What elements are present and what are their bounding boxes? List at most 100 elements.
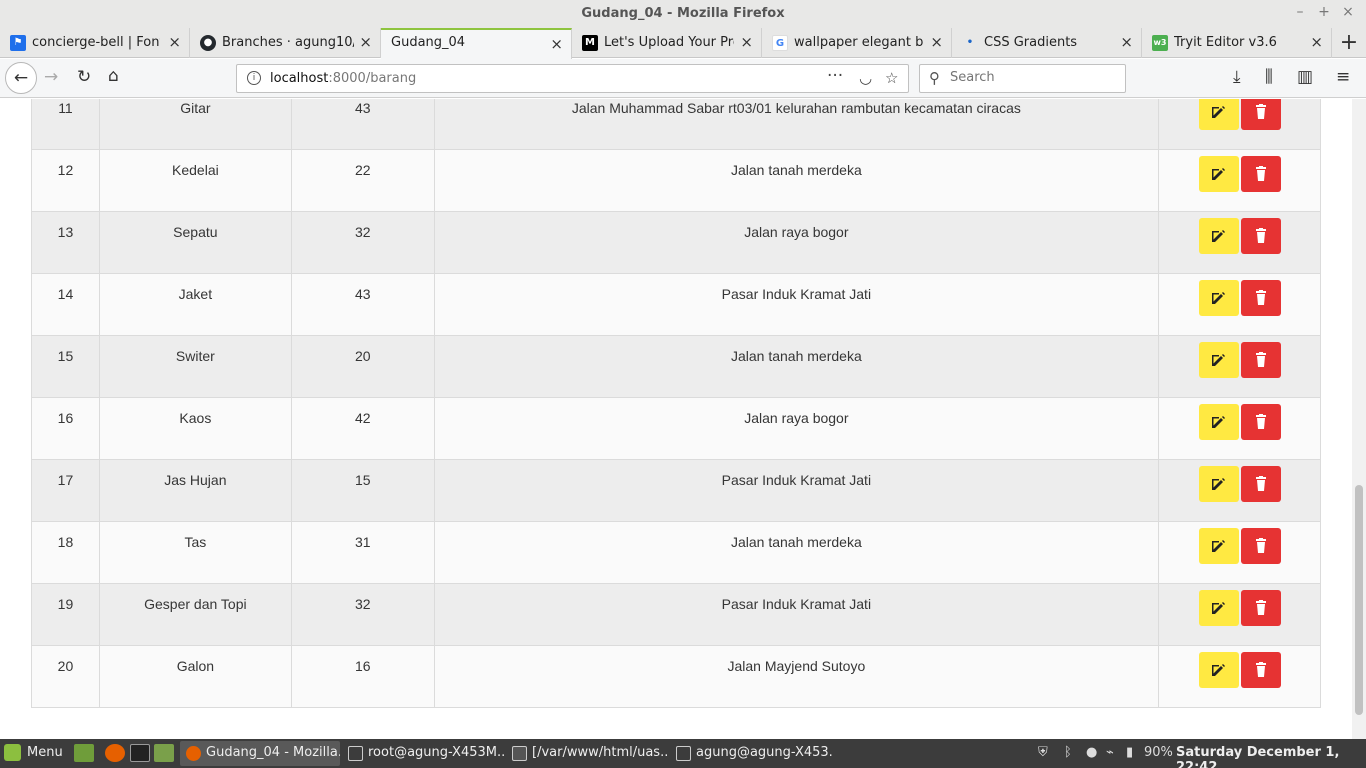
- library-icon[interactable]: ⫼: [1265, 67, 1273, 87]
- delete-button[interactable]: [1240, 404, 1281, 440]
- minimize-icon[interactable]: –: [1290, 4, 1310, 20]
- taskbar-task-agung-terminal[interactable]: agung@agung-X453...: [670, 741, 832, 766]
- medium-icon: M: [582, 35, 598, 51]
- terminal-launcher-icon[interactable]: [130, 744, 150, 762]
- delete-button[interactable]: [1240, 280, 1281, 316]
- sidebar-icon[interactable]: ▥: [1297, 67, 1313, 87]
- tab-tryit-editor[interactable]: w3 Tryit Editor v3.6 ×: [1142, 28, 1332, 58]
- search-input[interactable]: [950, 70, 1120, 85]
- taskbar-task-firefox[interactable]: Gudang_04 - Mozilla...: [180, 741, 340, 766]
- taskbar-task-sublime[interactable]: [/var/www/html/uas...: [506, 741, 668, 766]
- close-tab-icon[interactable]: ×: [1310, 33, 1323, 51]
- delete-button[interactable]: [1240, 528, 1281, 564]
- delete-button[interactable]: [1240, 342, 1281, 378]
- edit-button[interactable]: [1198, 528, 1239, 564]
- tab-label: wallpaper elegant blue: [794, 35, 924, 50]
- trash-icon: [1255, 476, 1266, 491]
- item-name: Kaos: [98, 397, 292, 460]
- edit-button[interactable]: [1198, 280, 1239, 316]
- task-label: root@agung-X453M...: [368, 745, 504, 760]
- close-window-icon[interactable]: ×: [1338, 4, 1358, 20]
- taskbar-task-root-terminal[interactable]: root@agung-X453M...: [342, 741, 504, 766]
- item-address: Pasar Induk Kramat Jati: [433, 273, 1160, 336]
- delete-button[interactable]: [1240, 156, 1281, 192]
- edit-button[interactable]: [1198, 156, 1239, 192]
- url-bar[interactable]: i localhost:8000/barang ··· ◡ ☆: [236, 64, 909, 93]
- item-address: Jalan tanah merdeka: [433, 521, 1160, 584]
- mint-logo-icon: [4, 744, 21, 761]
- url-path: :8000/barang: [328, 71, 417, 86]
- tab-concierge-bell[interactable]: ⚑ concierge-bell | Font Aw ×: [0, 28, 190, 58]
- tab-label: concierge-bell | Font Aw: [32, 35, 160, 50]
- page-scrollbar[interactable]: [1352, 99, 1366, 739]
- search-box[interactable]: ⚲: [919, 64, 1126, 93]
- edit-icon: [1211, 106, 1225, 118]
- delete-button[interactable]: [1240, 218, 1281, 254]
- maximize-icon[interactable]: +: [1314, 4, 1334, 20]
- item-address: Pasar Induk Kramat Jati: [433, 583, 1160, 646]
- bookmark-star-icon[interactable]: ☆: [885, 69, 898, 87]
- edit-button[interactable]: [1198, 590, 1239, 626]
- close-tab-icon[interactable]: ×: [550, 35, 563, 53]
- edit-icon: [1211, 230, 1225, 242]
- delete-button[interactable]: [1240, 466, 1281, 502]
- close-tab-icon[interactable]: ×: [1120, 33, 1133, 51]
- table-row: 18 Tas 31 Jalan tanah merdeka: [31, 521, 1321, 584]
- edit-button[interactable]: [1198, 652, 1239, 688]
- close-tab-icon[interactable]: ×: [740, 33, 753, 51]
- edit-icon: [1211, 602, 1225, 614]
- tab-label: Branches · agung10/lat: [222, 35, 354, 50]
- start-menu-button[interactable]: Menu: [4, 744, 63, 761]
- window-title: Gudang_04 - Mozilla Firefox: [581, 6, 785, 21]
- shield-icon[interactable]: ⛨: [1038, 745, 1048, 760]
- network-icon[interactable]: ⌁: [1106, 745, 1114, 760]
- reload-icon[interactable]: ↻: [77, 67, 91, 87]
- url-text[interactable]: localhost:8000/barang: [270, 71, 416, 86]
- back-arrow-icon[interactable]: ←: [5, 62, 37, 94]
- tab-upload-project[interactable]: M Let's Upload Your Proje ×: [572, 28, 762, 58]
- close-tab-icon[interactable]: ×: [359, 33, 372, 51]
- tab-gudang-active[interactable]: Gudang_04 ×: [381, 28, 572, 59]
- close-tab-icon[interactable]: ×: [930, 33, 943, 51]
- home-icon[interactable]: ⌂: [108, 66, 119, 86]
- forward-arrow-icon[interactable]: →: [44, 67, 58, 87]
- start-menu-label: Menu: [27, 745, 63, 760]
- item-name: Sepatu: [98, 211, 292, 274]
- files-launcher-icon[interactable]: [154, 744, 174, 762]
- trash-icon: [1255, 228, 1266, 243]
- show-desktop-icon[interactable]: [74, 744, 94, 762]
- clock[interactable]: Saturday December 1, 22:42: [1176, 745, 1366, 768]
- new-tab-icon[interactable]: +: [1336, 30, 1362, 55]
- page-actions-icon[interactable]: ···: [827, 66, 843, 86]
- edit-button[interactable]: [1198, 466, 1239, 502]
- site-info-icon[interactable]: i: [247, 71, 261, 85]
- downloads-icon[interactable]: ⤓: [1233, 67, 1241, 87]
- tab-branches[interactable]: ● Branches · agung10/lat ×: [190, 28, 381, 58]
- tab-css-gradients[interactable]: • CSS Gradients ×: [952, 28, 1142, 58]
- hamburger-menu-icon[interactable]: ≡: [1336, 67, 1350, 87]
- item-quantity: 15: [290, 459, 435, 522]
- google-icon: G: [772, 35, 788, 51]
- bluetooth-icon[interactable]: ᛒ: [1064, 745, 1072, 760]
- item-name: Gesper dan Topi: [98, 583, 292, 646]
- firefox-launcher-icon[interactable]: [105, 744, 125, 762]
- trash-icon: [1255, 290, 1266, 305]
- scrollbar-thumb[interactable]: [1355, 485, 1363, 715]
- table-row: 20 Galon 16 Jalan Mayjend Sutoyo: [31, 645, 1321, 708]
- edit-button[interactable]: [1198, 342, 1239, 378]
- table-row: 16 Kaos 42 Jalan raya bogor: [31, 397, 1321, 460]
- delete-button[interactable]: [1240, 652, 1281, 688]
- tab-wallpaper[interactable]: G wallpaper elegant blue ×: [762, 28, 952, 58]
- edit-icon: [1211, 540, 1225, 552]
- pocket-icon[interactable]: ◡: [859, 69, 872, 87]
- edit-button[interactable]: [1198, 99, 1239, 130]
- close-tab-icon[interactable]: ×: [168, 33, 181, 51]
- edit-button[interactable]: [1198, 404, 1239, 440]
- delete-button[interactable]: [1240, 99, 1281, 130]
- trash-icon: [1255, 166, 1266, 181]
- user-icon[interactable]: ●: [1086, 745, 1097, 760]
- tab-label: CSS Gradients: [984, 35, 1078, 50]
- battery-icon[interactable]: ▮: [1126, 745, 1133, 760]
- edit-button[interactable]: [1198, 218, 1239, 254]
- delete-button[interactable]: [1240, 590, 1281, 626]
